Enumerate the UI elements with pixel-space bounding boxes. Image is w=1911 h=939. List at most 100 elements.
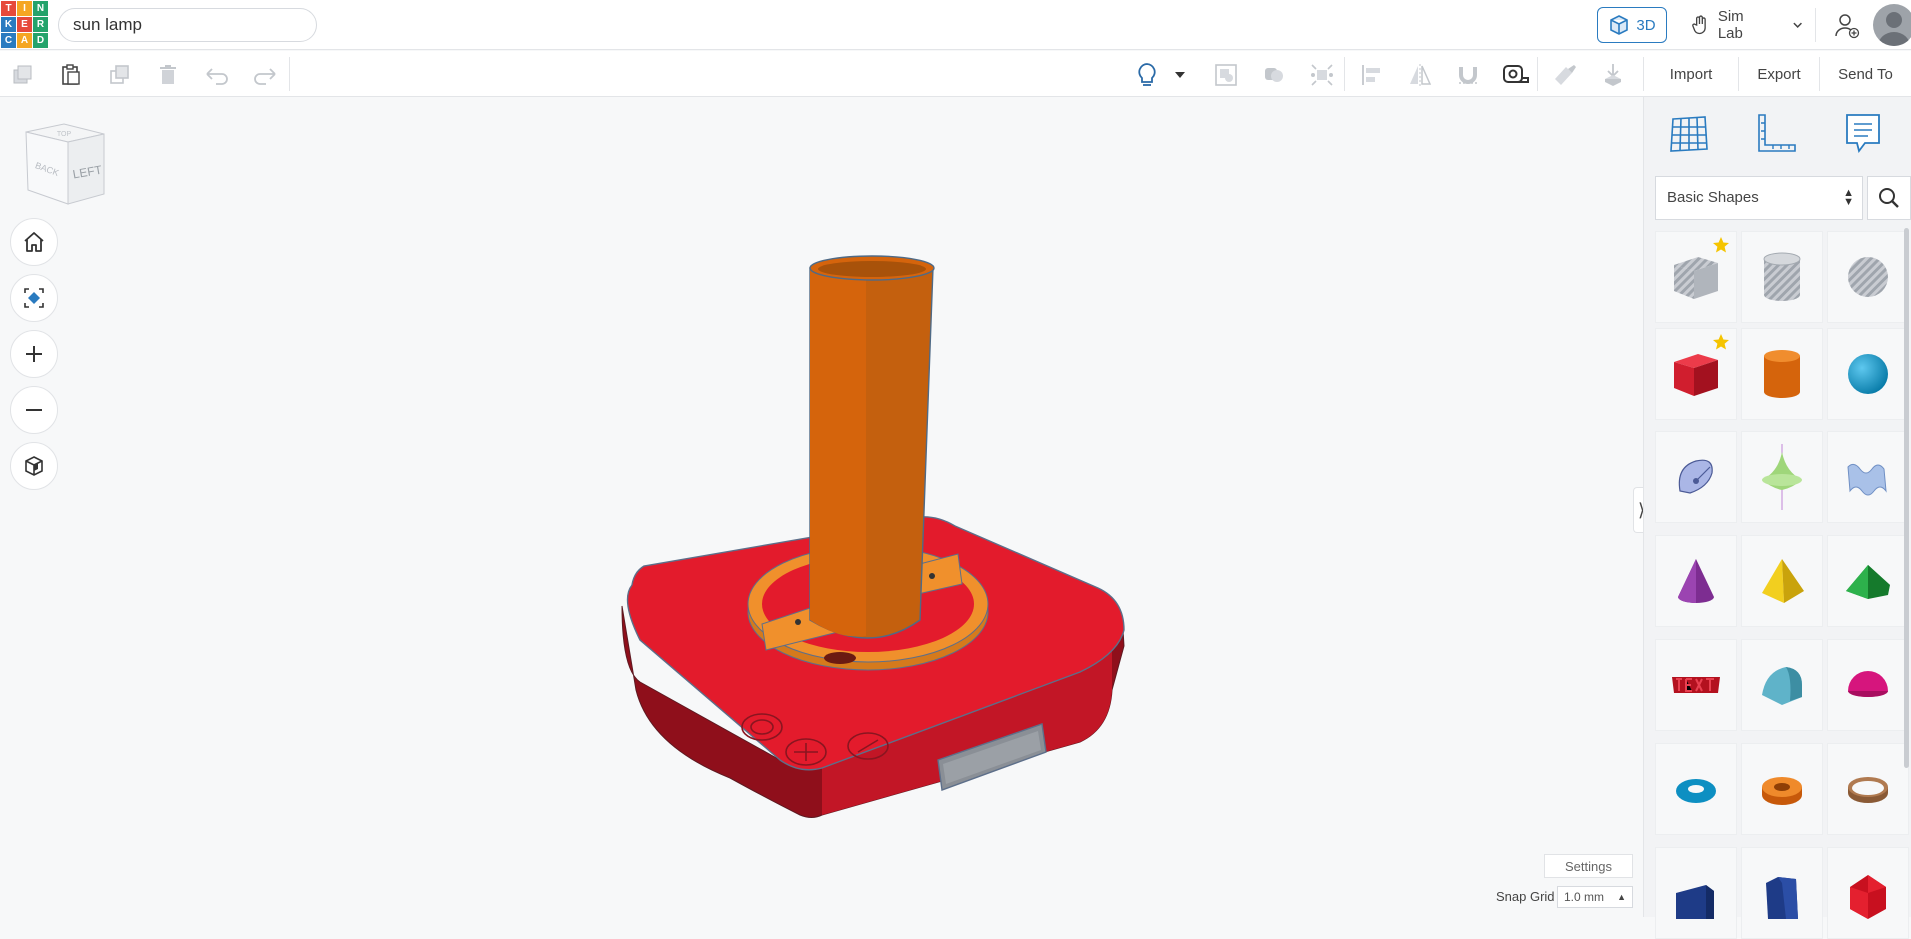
shape-wave-text[interactable] <box>1827 431 1909 523</box>
shape-search-button[interactable] <box>1867 176 1911 220</box>
caret-down-icon <box>1175 72 1185 78</box>
red-box-icon <box>1674 354 1718 396</box>
paint-icon <box>1555 65 1576 85</box>
fit-all-button[interactable] <box>10 274 58 322</box>
avatar[interactable] <box>1873 4 1911 46</box>
orange-cylinder-icon <box>1764 350 1800 398</box>
shape-box-hole[interactable] <box>1655 231 1737 323</box>
trash-icon <box>160 65 176 84</box>
shapes-panel: Basic Shapes ▲ ▼ <box>1643 97 1911 939</box>
scribble-icon <box>1678 459 1713 494</box>
ruler-tab[interactable] <box>1750 109 1800 157</box>
shape-sphere[interactable] <box>1827 328 1909 420</box>
ungroup-button[interactable] <box>1260 61 1288 89</box>
shape-torus[interactable] <box>1655 743 1737 835</box>
drop-icon <box>1605 64 1621 86</box>
mirror-button[interactable] <box>1406 61 1434 89</box>
view-cube[interactable]: LEFT BACK TOP <box>22 120 106 208</box>
home-icon <box>24 232 44 252</box>
import-button[interactable]: Import <box>1643 57 1738 91</box>
star-icon <box>1713 237 1729 253</box>
divider <box>1344 57 1345 91</box>
ruler-tool-button[interactable] <box>1502 61 1530 89</box>
logo-letter: D <box>33 33 48 48</box>
duplicate-button[interactable] <box>106 61 134 89</box>
updown-arrows-icon: ▲ ▼ <box>1843 187 1854 208</box>
light-bulb-icon <box>1138 63 1156 86</box>
shape-roof[interactable] <box>1827 535 1909 627</box>
panel-scrollbar[interactable] <box>1904 228 1909 768</box>
copy-button[interactable] <box>9 61 37 89</box>
explode-button[interactable] <box>1308 61 1336 89</box>
group-icon <box>1215 64 1237 86</box>
light-dropdown-button[interactable] <box>1172 61 1188 89</box>
align-button[interactable] <box>1358 61 1386 89</box>
shape-tube[interactable] <box>1741 743 1823 835</box>
ruler-icon <box>1758 114 1796 152</box>
shape-polygon[interactable] <box>1741 847 1823 939</box>
sim-lab-dropdown[interactable]: Sim Lab <box>1687 7 1803 43</box>
align-icon <box>1362 65 1380 85</box>
search-icon <box>1879 188 1899 208</box>
shape-wedge[interactable] <box>1655 847 1737 939</box>
minus-icon <box>26 409 42 411</box>
tinkercad-logo[interactable]: T I N K E R C A D <box>1 1 48 48</box>
group-button[interactable] <box>1212 61 1240 89</box>
brown-ring-icon <box>1848 777 1888 803</box>
shape-pyramid[interactable] <box>1741 535 1823 627</box>
notes-tab[interactable] <box>1838 109 1888 157</box>
shape-round-roof[interactable] <box>1741 639 1823 731</box>
duplicate-icon <box>110 65 129 84</box>
light-bulb-button[interactable] <box>1133 61 1161 89</box>
settings-button[interactable]: Settings <box>1544 854 1633 878</box>
undo-button[interactable] <box>203 61 231 89</box>
cruise-button[interactable] <box>1454 61 1482 89</box>
delete-button[interactable] <box>154 61 182 89</box>
shape-half-sphere[interactable] <box>1827 639 1909 731</box>
zoom-in-button[interactable] <box>10 330 58 378</box>
shape-cylinder-hole[interactable] <box>1741 231 1823 323</box>
notes-icon <box>1846 114 1880 154</box>
redo-button[interactable] <box>251 61 279 89</box>
shape-category-select[interactable]: Basic Shapes ▲ ▼ <box>1655 176 1863 220</box>
shape-scribble[interactable] <box>1655 431 1737 523</box>
shape-category-label: Basic Shapes <box>1667 189 1759 206</box>
zoom-out-button[interactable] <box>10 386 58 434</box>
export-button[interactable]: Export <box>1738 57 1819 91</box>
navy-polygon-icon <box>1766 877 1798 919</box>
wave-shape-icon <box>1847 463 1887 496</box>
shape-icosahedron[interactable] <box>1827 847 1909 939</box>
shape-ring[interactable] <box>1827 743 1909 835</box>
striped-box-icon <box>1674 257 1718 299</box>
paint-button[interactable] <box>1551 61 1579 89</box>
logo-letter: I <box>17 1 32 16</box>
shape-text[interactable] <box>1655 639 1737 731</box>
add-user-icon[interactable] <box>1834 12 1860 40</box>
shape-cylinder[interactable] <box>1741 328 1823 420</box>
spinning-top-icon <box>1762 444 1802 510</box>
yellow-pyramid-icon <box>1762 559 1804 603</box>
shape-generator[interactable] <box>1741 431 1823 523</box>
shape-box[interactable] <box>1655 328 1737 420</box>
send-to-button[interactable]: Send To <box>1819 57 1911 91</box>
design-title-input[interactable]: sun lamp <box>58 8 317 42</box>
workplane-scene[interactable] <box>600 230 1160 880</box>
drop-to-workplane-button[interactable] <box>1599 61 1627 89</box>
mode-3d-button[interactable]: 3D <box>1597 7 1667 43</box>
redo-icon <box>254 68 276 85</box>
magnet-icon <box>1459 67 1477 84</box>
snap-grid-select[interactable]: 1.0 mm ▲ <box>1557 886 1633 908</box>
workplane-tab[interactable] <box>1664 109 1714 157</box>
mode-3d-label: 3D <box>1636 16 1656 34</box>
shape-sphere-hole[interactable] <box>1827 231 1909 323</box>
shape-cone[interactable] <box>1655 535 1737 627</box>
snap-grid-value: 1.0 mm <box>1564 890 1605 904</box>
paste-button[interactable] <box>57 61 85 89</box>
divider <box>1815 8 1816 42</box>
orthographic-view-button[interactable] <box>10 442 58 490</box>
home-view-button[interactable] <box>10 218 58 266</box>
logo-letter: K <box>1 17 16 32</box>
sim-lab-label: Sim Lab <box>1717 8 1744 42</box>
mirror-icon <box>1410 64 1432 86</box>
divider <box>289 57 290 91</box>
